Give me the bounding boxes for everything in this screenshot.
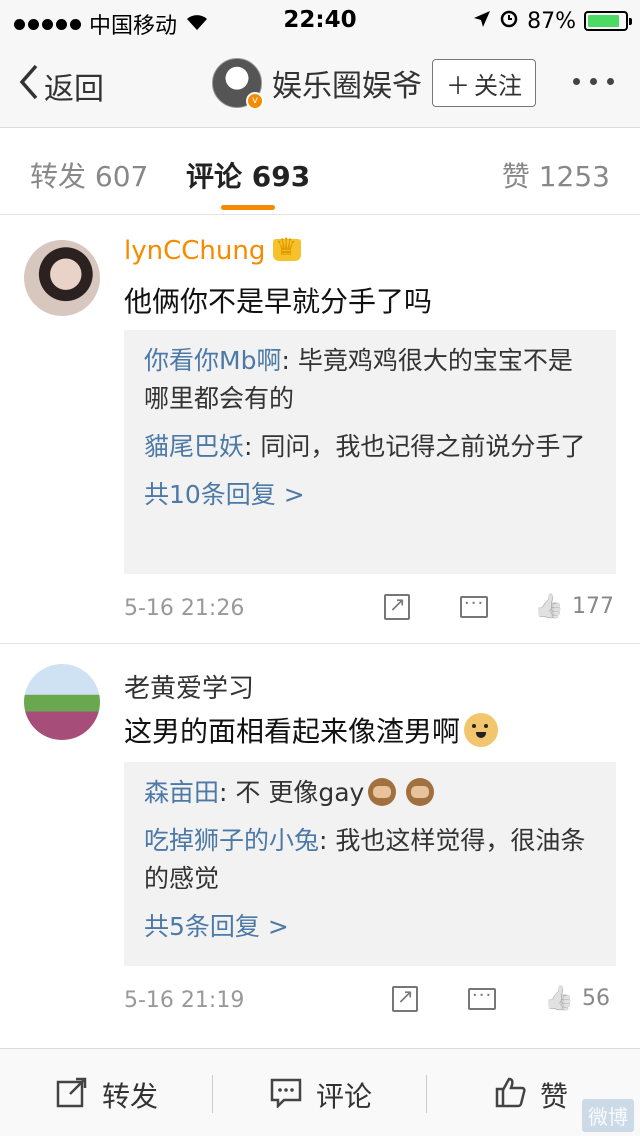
watermark: 微博 [582, 1099, 634, 1132]
nav-user[interactable]: v 娱乐圈娱爷 [212, 58, 422, 110]
reply-line: 森亩田: 不 更像gay [144, 774, 596, 812]
plus-icon: ＋ [446, 71, 470, 100]
follow-label: 关注 [474, 71, 522, 100]
status-bar: 中国移动 22:40 87% [0, 0, 640, 40]
thumbs-up-icon [494, 1076, 526, 1115]
like-label: 赞 [540, 1080, 569, 1113]
share-icon [392, 984, 418, 1012]
repost-button[interactable]: 转发 [56, 1075, 158, 1115]
status-right: 87% [473, 8, 632, 34]
more-replies-link[interactable]: 共5条回复 > [144, 908, 596, 946]
alarm-icon [499, 8, 519, 34]
like-count: 56 [582, 985, 610, 1011]
reply-action[interactable] [460, 593, 488, 618]
reply-box[interactable]: 森亩田: 不 更像gay 吃掉狮子的小兔: 我也这样觉得，很油条的感觉 共5条回… [124, 762, 616, 966]
tab-likes[interactable]: 赞 1253 [502, 155, 610, 195]
tab-comments[interactable]: 评论 693 [186, 155, 310, 195]
reply-text: : 同问，我也记得之前说分手了 [244, 432, 586, 461]
battery-icon [584, 11, 632, 31]
avatar[interactable] [24, 664, 100, 740]
back-button[interactable]: 返回 [18, 64, 104, 108]
battery-percent: 87% [527, 8, 576, 34]
more-replies-link[interactable]: 共10条回复 > [144, 476, 596, 514]
comment-text: 这男的面相看起来像渣男啊 [124, 710, 499, 750]
comment-time: 5-16 21:19 [124, 988, 245, 1013]
reply-line: 吃掉狮子的小兔: 我也这样觉得，很油条的感觉 [144, 822, 596, 898]
comment-user-name[interactable]: 老黄爱学习 [124, 668, 254, 705]
separator [212, 1075, 213, 1113]
comment-user[interactable]: lynCChung [124, 233, 302, 266]
reply-user[interactable]: 吃掉狮子的小兔 [144, 826, 319, 855]
reply-box[interactable]: 你看你Mb啊: 毕竟鸡鸡很大的宝宝不是哪里都会有的 貓尾巴妖: 同问，我也记得之… [124, 330, 616, 574]
avatar[interactable] [24, 240, 100, 316]
tab-bar: 转发 607 评论 693 赞 1253 [0, 129, 640, 215]
like-button[interactable]: 赞 [494, 1075, 568, 1115]
comment-text-content: 这男的面相看起来像渣男啊 [124, 715, 461, 748]
repost-label: 转发 [102, 1080, 159, 1113]
like-action[interactable]: 56 [544, 984, 610, 1012]
battery-fill [588, 15, 620, 27]
reply-action[interactable] [468, 985, 496, 1010]
comment-item: 老黄爱学习 这男的面相看起来像渣男啊 森亩田: 不 更像gay 吃掉狮子的小兔:… [0, 644, 640, 1048]
verified-badge-icon: v [246, 92, 264, 110]
share-icon [56, 1076, 88, 1115]
tab-active-indicator [221, 205, 275, 210]
reply-user[interactable]: 森亩田 [144, 778, 219, 807]
like-action[interactable]: 177 [534, 592, 614, 620]
monkey-emoji-icon [368, 778, 397, 806]
like-count: 177 [572, 593, 614, 619]
thumbs-up-icon [534, 592, 564, 620]
nav-bar: 返回 v 娱乐圈娱爷 ＋ 关注 [0, 40, 640, 128]
doge-emoji-icon [464, 713, 499, 747]
monkey-emoji-icon [406, 778, 435, 806]
comment-button[interactable]: 评论 [270, 1075, 372, 1115]
back-label: 返回 [44, 72, 104, 107]
crown-icon [273, 233, 302, 261]
comment-text: 他俩你不是早就分手了吗 [124, 285, 433, 318]
repost-action[interactable] [392, 984, 418, 1012]
comment-icon [468, 985, 496, 1010]
comment-label: 评论 [316, 1080, 373, 1113]
reply-line: 貓尾巴妖: 同问，我也记得之前说分手了 [144, 428, 596, 466]
reply-line: 你看你Mb啊: 毕竟鸡鸡很大的宝宝不是哪里都会有的 [144, 342, 596, 418]
follow-button[interactable]: ＋ 关注 [432, 59, 536, 107]
more-icon[interactable] [573, 78, 614, 85]
share-icon [384, 592, 410, 620]
nav-user-name: 娱乐圈娱爷 [272, 69, 422, 104]
comment-time: 5-16 21:26 [124, 596, 245, 621]
thumbs-up-icon [544, 984, 574, 1012]
separator [426, 1075, 427, 1113]
comment-icon [270, 1076, 302, 1115]
reply-user[interactable]: 貓尾巴妖 [144, 432, 244, 461]
tab-repost[interactable]: 转发 607 [30, 155, 148, 195]
comment-user-name[interactable]: lynCChung [124, 236, 265, 266]
comment-icon [460, 593, 488, 618]
reply-text: : 不 更像gay [219, 778, 365, 807]
location-icon [473, 9, 491, 34]
avatar: v [212, 58, 264, 110]
reply-user[interactable]: 你看你Mb啊 [144, 346, 281, 375]
comment-item: lynCChung 他俩你不是早就分手了吗 你看你Mb啊: 毕竟鸡鸡很大的宝宝不… [0, 216, 640, 644]
bottom-toolbar: 转发 评论 赞 微博 [0, 1048, 640, 1136]
repost-action[interactable] [384, 592, 410, 620]
chevron-left-icon [18, 64, 40, 108]
